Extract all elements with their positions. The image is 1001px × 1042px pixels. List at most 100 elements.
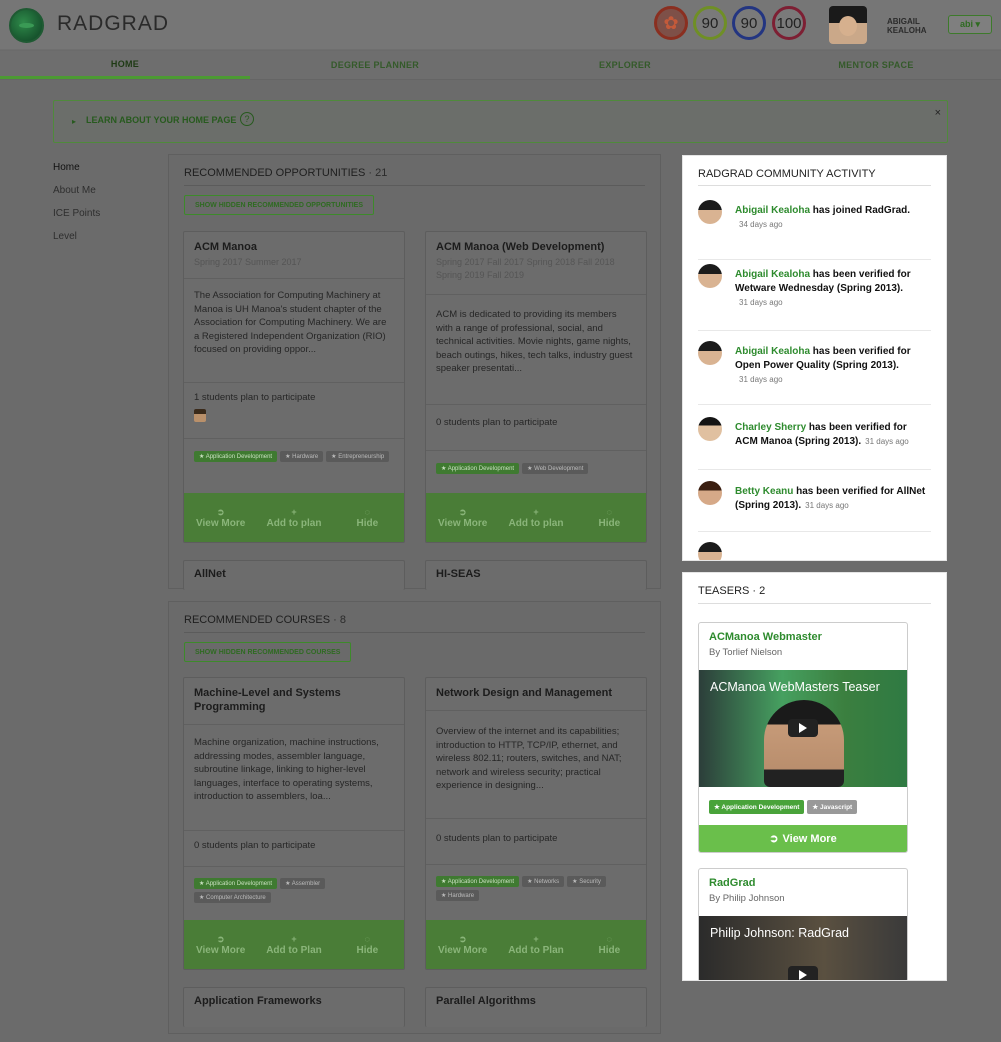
view-more-button[interactable]: ➲ View More xyxy=(184,493,257,542)
show-hidden-courses-button[interactable]: SHOW HIDDEN RECOMMENDED COURSES xyxy=(184,642,352,662)
tab-mentor-space[interactable]: MENTOR SPACE xyxy=(751,51,1001,79)
user-avatar[interactable] xyxy=(829,6,867,44)
interest-tag[interactable]: ★ Security xyxy=(567,876,606,887)
student-avatar[interactable] xyxy=(194,409,206,422)
hide-button[interactable]: ◌ Hide xyxy=(331,920,404,969)
interest-tag[interactable]: ★ Application Development xyxy=(194,878,278,889)
view-more-button[interactable]: ➲ View More xyxy=(426,920,499,969)
help-icon[interactable]: ? xyxy=(240,112,254,126)
side-menu-home[interactable]: Home xyxy=(53,162,100,185)
hide-button[interactable]: ◌ Hide xyxy=(331,493,404,542)
card-title[interactable]: Application Frameworks xyxy=(194,995,322,1007)
divider xyxy=(426,818,646,819)
eye-slash-icon: ◌ xyxy=(364,506,370,517)
activity-user-link[interactable]: Abigail Kealoha xyxy=(735,269,810,280)
ice-flower-badge-icon[interactable]: ✿ xyxy=(654,6,688,40)
opportunity-card[interactable]: AllNet xyxy=(183,560,405,590)
interest-tag[interactable]: ★ Application Development xyxy=(436,463,520,474)
tab-explorer[interactable]: EXPLORER xyxy=(500,51,750,79)
user-avatar[interactable] xyxy=(698,481,722,505)
activity-user-link[interactable]: Abigail Kealoha xyxy=(735,205,810,216)
play-icon[interactable] xyxy=(788,719,818,737)
teaser-title[interactable]: ACManoa Webmaster xyxy=(709,631,822,643)
user-dropdown-button[interactable]: abi ▾ xyxy=(948,15,992,34)
tab-home[interactable]: HOME xyxy=(0,51,250,79)
play-icon[interactable] xyxy=(788,966,818,980)
interest-tag[interactable]: ★ Javascript xyxy=(807,800,858,814)
experience-badge[interactable]: 100 xyxy=(772,6,806,40)
interest-tag[interactable]: ★ Application Development xyxy=(194,451,278,462)
interest-tag[interactable]: ★ Computer Architecture xyxy=(194,892,271,903)
interest-tag[interactable]: ★ Application Development xyxy=(436,876,520,887)
user-avatar[interactable] xyxy=(698,341,722,365)
card-tags: ★ Application Development ★ Hardware ★ E… xyxy=(194,451,394,462)
hide-button[interactable]: ◌ Hide xyxy=(573,920,646,969)
app-name[interactable]: RADGRAD xyxy=(57,12,169,36)
teaser-video[interactable]: ACManoa WebMasters Teaser xyxy=(699,670,907,787)
side-menu-about-me[interactable]: About Me xyxy=(53,185,100,208)
course-card: Network Design and Management Overview o… xyxy=(425,677,647,970)
activity-user-link[interactable]: Betty Keanu xyxy=(735,486,793,497)
hide-button[interactable]: ◌ Hide xyxy=(573,493,646,542)
user-avatar[interactable] xyxy=(698,542,722,560)
activity-user-link[interactable]: Charley Sherry xyxy=(735,422,806,433)
radgrad-logo-icon[interactable] xyxy=(9,8,44,43)
view-more-button[interactable]: ➲ View More xyxy=(426,493,499,542)
opportunity-card[interactable]: HI-SEAS xyxy=(425,560,647,590)
interest-tag[interactable]: ★ Web Development xyxy=(522,463,589,474)
competency-badge[interactable]: 90 xyxy=(732,6,766,40)
innovation-badge[interactable]: 90 xyxy=(693,6,727,40)
activity-item: Abigail Kealoha has been verified for We… xyxy=(698,260,931,331)
divider xyxy=(426,450,646,451)
card-actions: ➲ View More + Add to Plan ◌ Hide xyxy=(184,920,404,969)
add-to-plan-button[interactable]: + Add to Plan xyxy=(257,920,330,969)
interest-tag[interactable]: ★ Entrepreneurship xyxy=(326,451,390,462)
show-hidden-opportunities-button[interactable]: SHOW HIDDEN RECOMMENDED OPPORTUNITIES xyxy=(184,195,375,215)
side-menu-level[interactable]: Level xyxy=(53,231,100,254)
card-title[interactable]: Network Design and Management xyxy=(436,686,638,700)
activity-user-link[interactable]: Abigail Kealoha xyxy=(735,346,810,357)
course-card[interactable]: Parallel Algorithms xyxy=(425,987,647,1027)
interest-tag[interactable]: ★ Assembler xyxy=(280,878,326,889)
video-title[interactable]: Philip Johnson: RadGrad xyxy=(710,926,849,940)
add-to-plan-button[interactable]: + Add to Plan xyxy=(499,920,572,969)
card-title[interactable]: Parallel Algorithms xyxy=(436,995,536,1007)
card-title[interactable]: ACM Manoa xyxy=(194,240,396,254)
teaser-title[interactable]: RadGrad xyxy=(709,877,755,889)
close-icon[interactable]: × xyxy=(935,107,941,119)
card-plan-count: 0 students plan to participate xyxy=(436,417,558,428)
card-description: ACM is dedicated to providing its member… xyxy=(436,309,633,374)
course-card[interactable]: Application Frameworks xyxy=(183,987,405,1027)
interest-tag[interactable]: ★ Application Development xyxy=(709,800,805,814)
card-title[interactable]: Machine-Level and Systems Programming xyxy=(194,686,396,714)
learn-about-panel[interactable]: ▸ LEARN ABOUT YOUR HOME PAGE ? × xyxy=(53,100,948,143)
expand-arrow-icon[interactable]: ▸ xyxy=(72,117,76,126)
activity-time: 34 days ago xyxy=(739,220,783,229)
interest-tag[interactable]: ★ Hardware xyxy=(436,890,480,901)
card-title[interactable]: HI-SEAS xyxy=(436,568,481,580)
teaser-video[interactable]: Philip Johnson: RadGrad xyxy=(699,916,907,980)
tab-degree-planner[interactable]: DEGREE PLANNER xyxy=(250,51,500,79)
learn-about-label[interactable]: LEARN ABOUT YOUR HOME PAGE xyxy=(86,115,236,125)
video-title[interactable]: ACManoa WebMasters Teaser xyxy=(710,680,880,694)
user-avatar[interactable] xyxy=(698,200,722,224)
recommended-opportunities-section: RECOMMENDED OPPORTUNITIES · 21 SHOW HIDD… xyxy=(168,154,661,590)
activity-item: Charley Sherry has been verified for ACM… xyxy=(698,413,931,470)
activity-time: 31 days ago xyxy=(805,501,849,510)
card-title[interactable]: AllNet xyxy=(194,568,226,580)
chevron-circle-icon: ➲ xyxy=(769,833,779,845)
add-to-plan-button[interactable]: + Add to plan xyxy=(257,493,330,542)
view-more-button[interactable]: ➲ View More xyxy=(184,920,257,969)
card-actions: ➲ View More + Add to plan ◌ Hide xyxy=(426,493,646,542)
user-avatar[interactable] xyxy=(698,264,722,288)
view-more-button[interactable]: ➲ View More xyxy=(699,825,907,852)
interest-tag[interactable]: ★ Hardware xyxy=(280,451,324,462)
side-menu-ice-points[interactable]: ICE Points xyxy=(53,208,100,231)
teaser-author: By Philip Johnson xyxy=(709,893,785,904)
card-title[interactable]: ACM Manoa (Web Development) xyxy=(436,240,638,254)
interest-tag[interactable]: ★ Networks xyxy=(522,876,565,887)
activity-item: Abigail Kealoha has joined RadGrad. 34 da… xyxy=(698,196,931,260)
user-avatar[interactable] xyxy=(698,417,722,441)
competency-value: 90 xyxy=(740,14,758,32)
add-to-plan-button[interactable]: + Add to plan xyxy=(499,493,572,542)
